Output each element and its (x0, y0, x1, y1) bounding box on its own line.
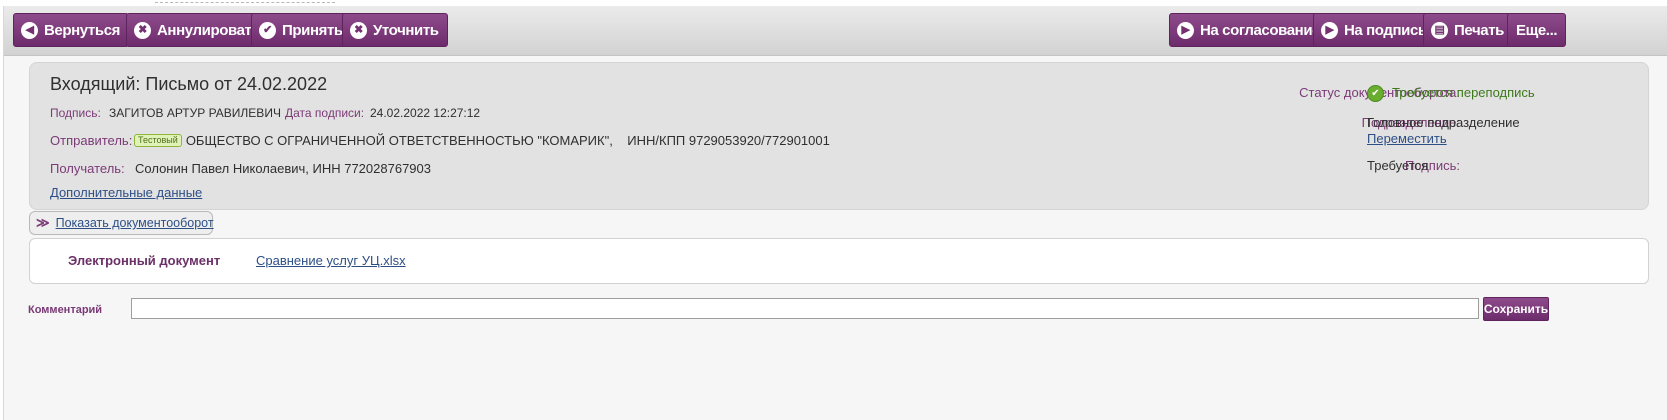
to-sign-button[interactable]: ▶ На подпись (1313, 13, 1436, 47)
check-icon: ✔ (259, 21, 276, 39)
top-divider (155, 2, 335, 3)
sign-date-label: Дата подписи: (285, 106, 365, 120)
cancel-button[interactable]: ✖ Аннулировать (126, 13, 270, 47)
division-value: Головное подразделение (1367, 115, 1520, 130)
edoc-type-label: Электронный документ (68, 253, 221, 268)
workflow-status-value: Требуется переподпись (1392, 85, 1535, 100)
show-workflow-toggle[interactable]: ≫ Показать документооборот (29, 211, 214, 235)
page-title: Входящий: Письмо от 24.02.2022 (50, 74, 328, 94)
additional-data-link[interactable]: Дополнительные данные (50, 185, 202, 200)
accept-button[interactable]: ✔ Принять (251, 13, 352, 47)
clarify-button[interactable]: ✖ Уточнить (342, 13, 448, 47)
more-label: Еще... (1516, 21, 1558, 39)
to-approval-button[interactable]: ▶ На согласование (1169, 13, 1330, 47)
sender-value: Тестовый ОБЩЕСТВО С ОГРАНИЧЕННОЙ ОТВЕТСТВ… (134, 133, 830, 148)
toolbar: ◀ Вернуться ✖ Аннулировать ✔ Принять ✖ У… (4, 6, 1667, 56)
sender-name: ОБЩЕСТВО С ОГРАНИЧЕННОЙ ОТВЕТСТВЕННОСТЬЮ… (185, 133, 830, 148)
save-button[interactable]: Сохранить (1483, 297, 1549, 321)
file-link[interactable]: Сравнение услуг УЦ.xlsx (256, 253, 406, 268)
close-icon: ✖ (134, 21, 151, 39)
arrow-left-icon: ◀ (21, 21, 38, 39)
cancel-label: Аннулировать (157, 21, 261, 39)
attachments-panel: Электронный документ Сравнение услуг УЦ.… (29, 238, 1649, 284)
to-approval-label: На согласование (1200, 21, 1321, 39)
show-workflow-label: Показать документооборот (55, 216, 214, 230)
print-icon: ▤ (1431, 21, 1448, 39)
back-button[interactable]: ◀ Вернуться (13, 13, 129, 47)
more-button[interactable]: Еще... (1507, 13, 1567, 47)
sign-date-value: 24.02.2022 12:27:12 (370, 106, 481, 120)
accept-label: Принять (282, 21, 343, 39)
comment-label: Комментарий (28, 304, 103, 316)
test-badge: Тестовый (134, 134, 182, 147)
double-chevron-down-icon: ≫ (36, 215, 50, 230)
document-header-card: Входящий: Письмо от 24.02.2022 Подпись: … (29, 62, 1649, 210)
print-label: Печать (1454, 21, 1504, 39)
to-sign-label: На подпись (1344, 21, 1427, 39)
recipient-value: Солонин Павел Николаевич, ИНН 7720287679… (135, 161, 431, 176)
close-icon: ✖ (350, 21, 367, 39)
back-label: Вернуться (44, 21, 120, 39)
recipient-label: Получатель: (50, 161, 125, 176)
signer-name: ЗАГИТОВ АРТУР РАВИЛЕВИЧ (109, 106, 281, 120)
forward-icon: ▶ (1177, 21, 1194, 39)
forward-icon: ▶ (1321, 21, 1338, 39)
status-ok-icon: ✔ (1367, 85, 1384, 102)
print-button[interactable]: ▤ Печать (1423, 13, 1513, 47)
clarify-label: Уточнить (373, 21, 439, 39)
move-link[interactable]: Переместить (1367, 131, 1447, 146)
document-frame: ◀ Вернуться ✖ Аннулировать ✔ Принять ✖ У… (3, 6, 1667, 420)
signature-status-value: Требуется (1367, 158, 1429, 173)
sign-label: Подпись: (50, 106, 101, 120)
comment-input[interactable] (131, 298, 1479, 319)
sender-label: Отправитель: (50, 133, 133, 148)
